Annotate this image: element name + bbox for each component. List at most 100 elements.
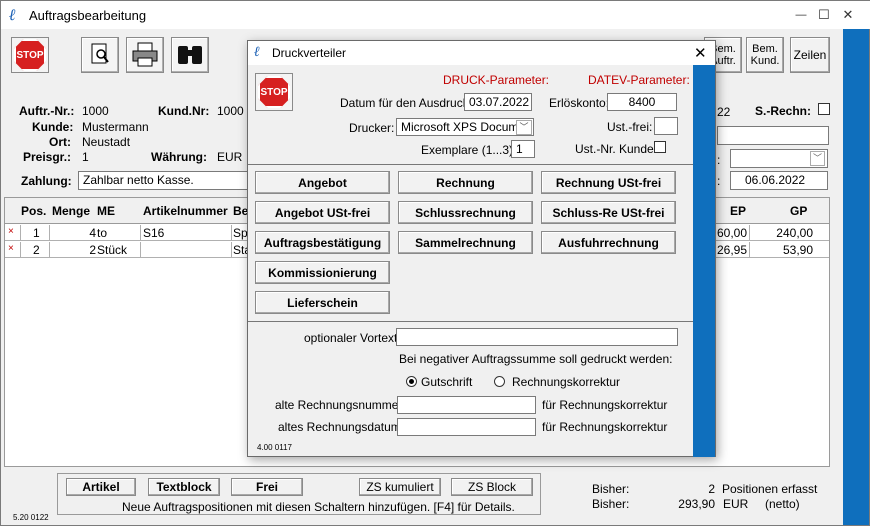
preisgr-value: 1 <box>82 150 89 164</box>
alte-rechnungsnummer-label: alte Rechnungsnummer: <box>275 398 406 412</box>
main-version: 5.20 0122 <box>13 513 49 522</box>
print-button[interactable] <box>126 37 164 73</box>
alte-rechnungsnummer-field[interactable] <box>397 396 536 414</box>
waehrung-label: Währung: <box>151 150 207 164</box>
rechnungskorrektur-radio[interactable] <box>494 376 505 387</box>
print-preview-button[interactable] <box>81 37 119 73</box>
divider <box>248 321 693 322</box>
col-divider <box>140 242 141 258</box>
ausfuhrrechnung-button[interactable]: Ausfuhrrechnung <box>541 231 676 254</box>
col-divider <box>749 225 750 241</box>
delete-row-icon[interactable]: × <box>8 243 14 254</box>
row-me: to <box>97 226 108 240</box>
colon-label-1: : <box>717 153 721 167</box>
drucker-select[interactable]: Microsoft XPS Documen <box>396 118 534 136</box>
zahlung-field[interactable]: Zahlbar netto Kasse. <box>78 171 253 190</box>
bem-kund-button[interactable]: Bem. Kund. <box>746 37 784 73</box>
stop-button[interactable]: STOP <box>11 37 49 73</box>
negativ-hint: Bei negativer Auftragssumme soll gedruck… <box>399 352 673 366</box>
lieferschein-button[interactable]: Lieferschein <box>255 291 390 314</box>
ust-frei-label: Ust.-frei: <box>607 120 653 134</box>
schlussrechnung-button[interactable]: Schlussrechnung <box>398 201 533 224</box>
s-rechn-label: S.-Rechn: <box>755 104 812 118</box>
dialog-close-icon[interactable]: ✕ <box>694 44 707 62</box>
gutschrift-radio[interactable] <box>406 376 417 387</box>
kunde-value: Mustermann <box>82 120 149 134</box>
sammelrechnung-button[interactable]: Sammelrechnung <box>398 231 533 254</box>
ort-label: Ort: <box>49 135 71 149</box>
row-pos: 1 <box>33 226 40 240</box>
colon-label-2: : <box>717 174 721 188</box>
delete-row-icon[interactable]: × <box>8 226 14 237</box>
search-button[interactable] <box>171 37 209 73</box>
datum-label: Datum für den Ausdruck: <box>340 96 473 110</box>
waehrung-value: EUR <box>217 150 243 164</box>
altes-rechnungsdatum-field[interactable] <box>397 418 536 436</box>
col-divider <box>231 242 232 258</box>
angebot-ust-frei-button[interactable]: Angebot USt-frei <box>255 201 390 224</box>
dialog-logo-icon: ℓ <box>254 44 260 60</box>
vortext-field[interactable] <box>396 328 678 346</box>
row-artikelnummer: S16 <box>143 226 165 240</box>
zahlung-label: Zahlung: <box>21 174 72 188</box>
schluss-re-ust-frei-button[interactable]: Schluss-Re USt-frei <box>541 201 676 224</box>
blue-side-panel <box>843 29 869 525</box>
kunde-label: Kunde: <box>32 120 74 134</box>
ust-nr-kunde-checkbox[interactable] <box>654 141 666 153</box>
col-divider <box>20 242 21 258</box>
divider <box>248 164 693 165</box>
artikel-button[interactable]: Artikel <box>66 478 136 496</box>
exemplare-field[interactable]: 1 <box>511 140 535 158</box>
rechnung-ust-frei-button[interactable]: Rechnung USt-frei <box>541 171 676 194</box>
right-text-field[interactable] <box>717 126 829 145</box>
preisgr-label: Preisgr.: <box>23 150 72 164</box>
angebot-button[interactable]: Angebot <box>255 171 390 194</box>
col-menge: Menge <box>52 204 91 218</box>
footer-hint: Neue Auftragspositionen mit diesen Schal… <box>122 500 515 514</box>
s-rechn-checkbox[interactable] <box>818 103 830 115</box>
col-pos: Pos. <box>21 204 47 218</box>
datum-field[interactable]: 03.07.2022 <box>464 93 532 111</box>
stop-icon: STOP <box>258 76 290 108</box>
erloeskonto-label: Erlöskonto: <box>549 96 610 110</box>
zs-block-button[interactable]: ZS Block <box>451 478 533 496</box>
dialog-stop-button[interactable]: STOP <box>255 73 293 111</box>
textblock-button[interactable]: Textblock <box>148 478 220 496</box>
row-pos: 2 <box>33 243 40 257</box>
auftragsbestaetigung-button[interactable]: Auftragsbestätigung <box>255 231 390 254</box>
gutschrift-label: Gutschrift <box>421 375 473 389</box>
rechnung-button[interactable]: Rechnung <box>398 171 533 194</box>
col-divider <box>749 242 750 258</box>
chevron-down-icon[interactable]: ﹀ <box>516 120 532 135</box>
drucker-label: Drucker: <box>349 121 395 135</box>
col-me: ME <box>97 204 115 218</box>
bisher-netto: (netto) <box>765 497 800 511</box>
zs-kumuliert-button[interactable]: ZS kumuliert <box>359 478 441 496</box>
partial-value-22: 22 <box>717 105 731 119</box>
dialog-title: Druckverteiler <box>272 46 347 60</box>
close-button[interactable]: ✕ <box>825 1 870 29</box>
frei-button[interactable]: Frei <box>231 478 303 496</box>
ust-nr-kunde-label: Ust.-Nr. Kunde: <box>575 142 658 156</box>
col-divider <box>20 225 21 241</box>
rechnungskorrektur-label: Rechnungskorrektur <box>512 375 621 389</box>
right-dropdown[interactable]: ﹀ <box>730 149 828 168</box>
kund-nr-value: 1000 <box>217 104 244 118</box>
druck-parameter-heading: DRUCK-Parameter: <box>443 73 550 87</box>
bem-kund-line1: Bem. <box>752 43 778 55</box>
printer-icon <box>132 42 158 67</box>
date-field[interactable]: 06.06.2022 <box>730 171 828 190</box>
stop-icon: STOP <box>14 39 46 71</box>
print-preview-icon <box>91 43 109 64</box>
col-ep: EP <box>730 204 747 218</box>
erloeskonto-field[interactable]: 8400 <box>607 93 677 111</box>
zeilen-button[interactable]: Zeilen <box>790 37 830 73</box>
kommissionierung-button[interactable]: Kommissionierung <box>255 261 390 284</box>
altes-rechnungsdatum-label: altes Rechnungsdatum: <box>278 420 405 434</box>
ust-frei-field[interactable] <box>654 117 678 135</box>
window-title: Auftragsbearbeitung <box>29 8 147 23</box>
main-titlebar: ℓ Auftragsbearbeitung — ☐ ✕ <box>1 1 870 29</box>
ort-value: Neustadt <box>82 135 131 149</box>
row-menge: 2 <box>89 243 96 257</box>
altes-datum-suffix: für Rechnungskorrektur <box>542 420 668 434</box>
